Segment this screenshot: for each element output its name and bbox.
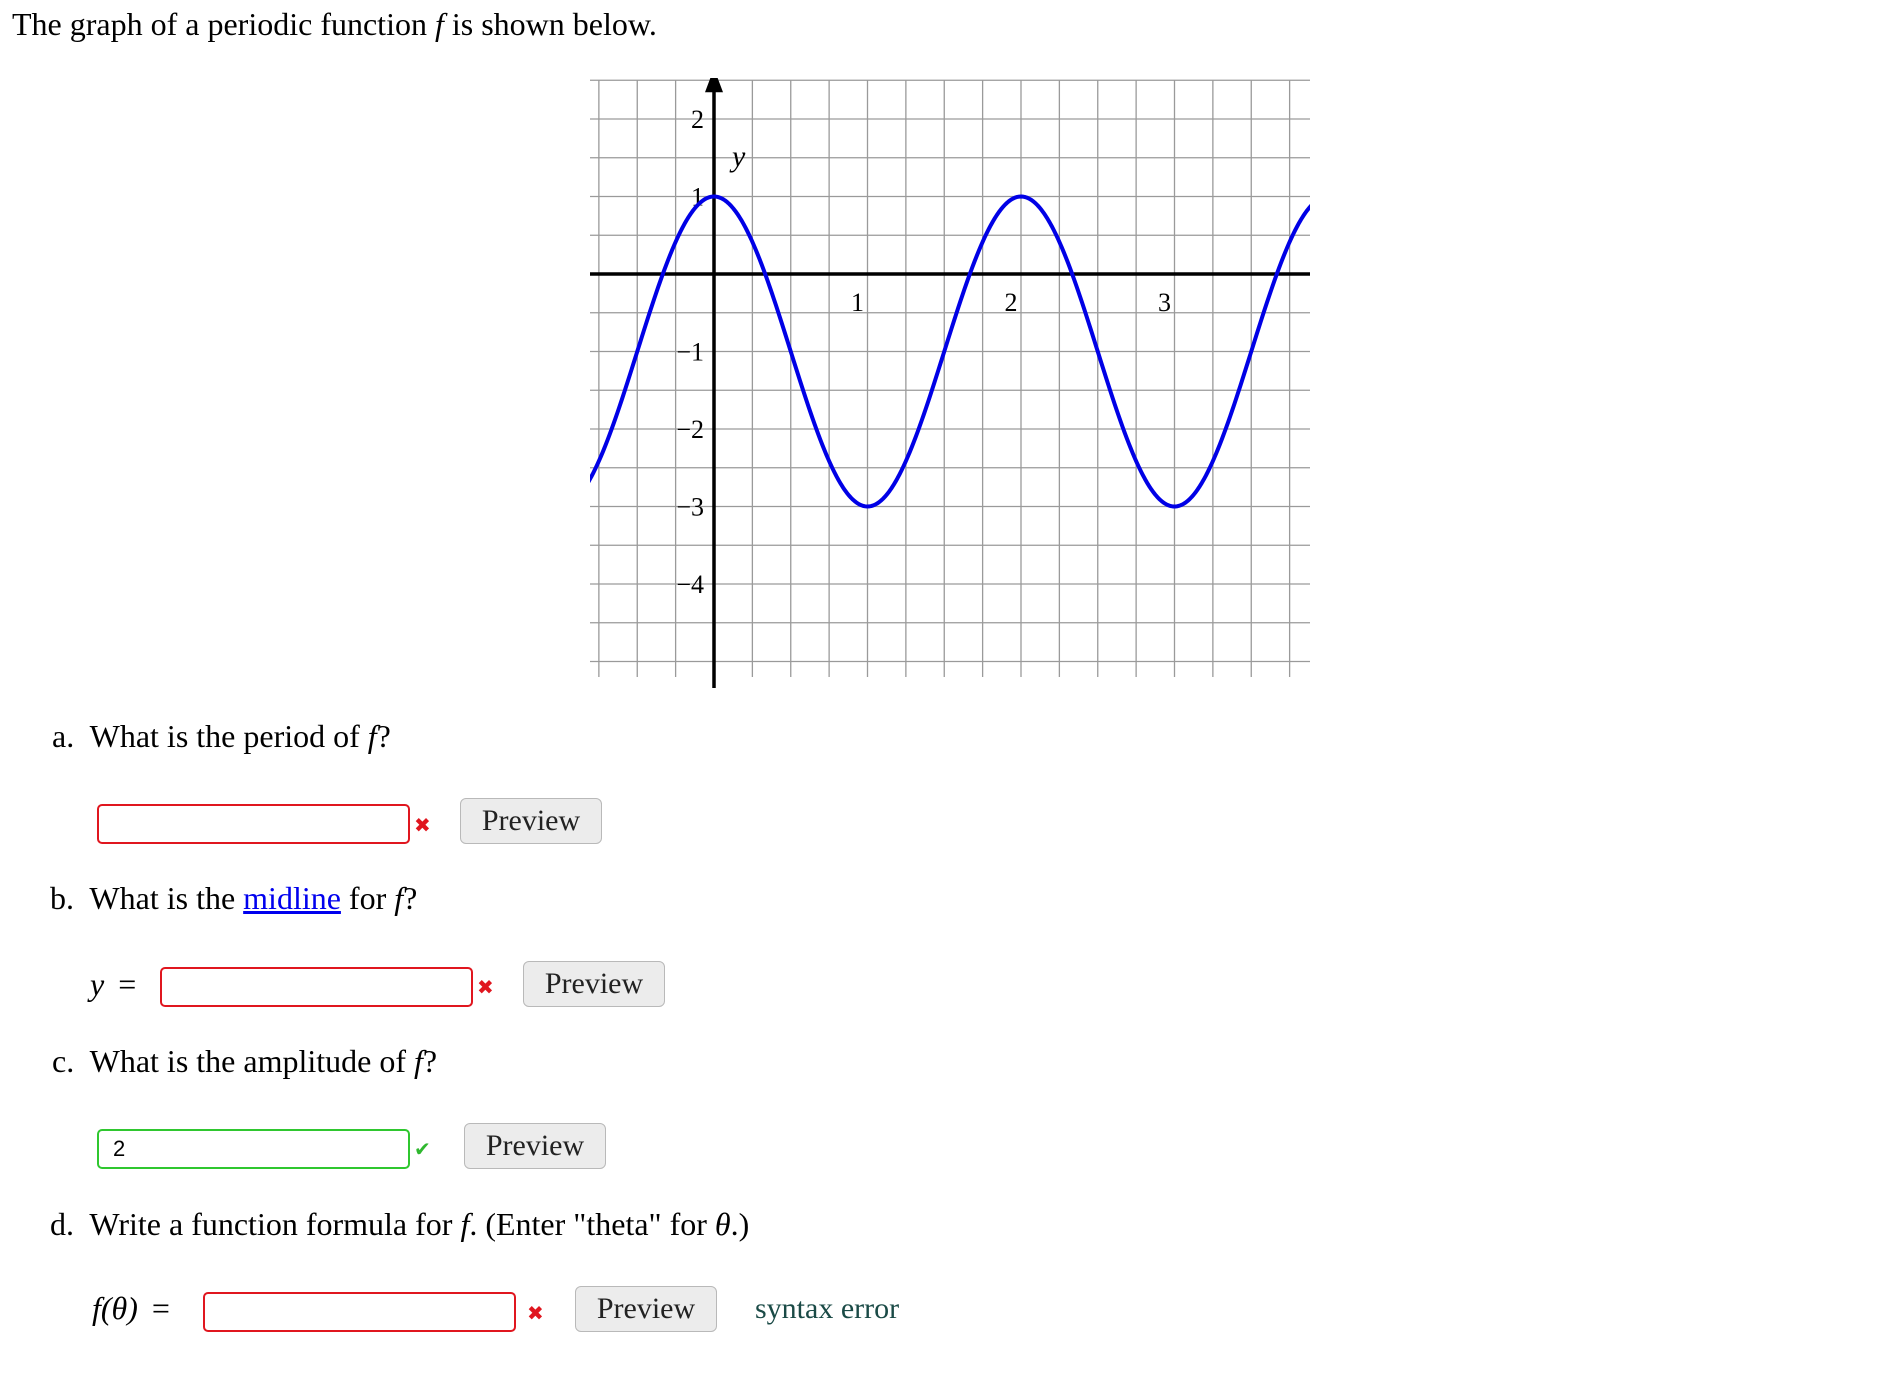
period-answer-input[interactable] [97, 804, 410, 844]
x-tick-label: 1 [851, 288, 864, 317]
preview-button-d[interactable]: Preview [575, 1286, 717, 1332]
midline-link[interactable]: midline [243, 880, 341, 916]
y-tick-label: −4 [676, 570, 704, 599]
function-prefix: f(θ) = [92, 1290, 170, 1326]
question-b: b. What is the midline for f? [50, 880, 418, 916]
problem-intro: The graph of a periodic function f is sh… [12, 6, 657, 42]
question-a: a. What is the period of f? [52, 718, 391, 754]
preview-button-b[interactable]: Preview [523, 961, 665, 1007]
x-tick-label: 3 [1158, 288, 1171, 317]
amplitude-answer-input[interactable]: 2 [97, 1129, 410, 1169]
midline-prefix: y = [90, 966, 137, 1002]
question-c: c. What is the amplitude of f? [52, 1043, 438, 1079]
question-d: d. Write a function formula for f. (Ente… [50, 1206, 750, 1242]
x-tick-label: 2 [1005, 288, 1018, 317]
preview-button-c[interactable]: Preview [464, 1123, 606, 1169]
y-tick-label: −1 [676, 338, 704, 367]
preview-button-a[interactable]: Preview [460, 798, 602, 844]
incorrect-icon: ✖ [527, 1301, 544, 1325]
question-a-letter: a. [52, 718, 75, 754]
y-tick-label: −3 [676, 493, 704, 522]
correct-check-icon: ✔ [414, 1137, 431, 1161]
incorrect-icon: ✖ [414, 813, 431, 837]
formula-answer-input[interactable] [203, 1292, 516, 1332]
syntax-error-feedback: syntax error [755, 1292, 900, 1325]
y-axis-label: y [729, 140, 746, 173]
y-tick-label: 2 [691, 105, 704, 134]
midline-answer-input[interactable] [160, 967, 473, 1007]
incorrect-icon: ✖ [477, 975, 494, 999]
periodic-function-graph: −1123456721−1−2−3−4 θ y [590, 78, 1310, 688]
y-tick-label: −2 [676, 415, 704, 444]
